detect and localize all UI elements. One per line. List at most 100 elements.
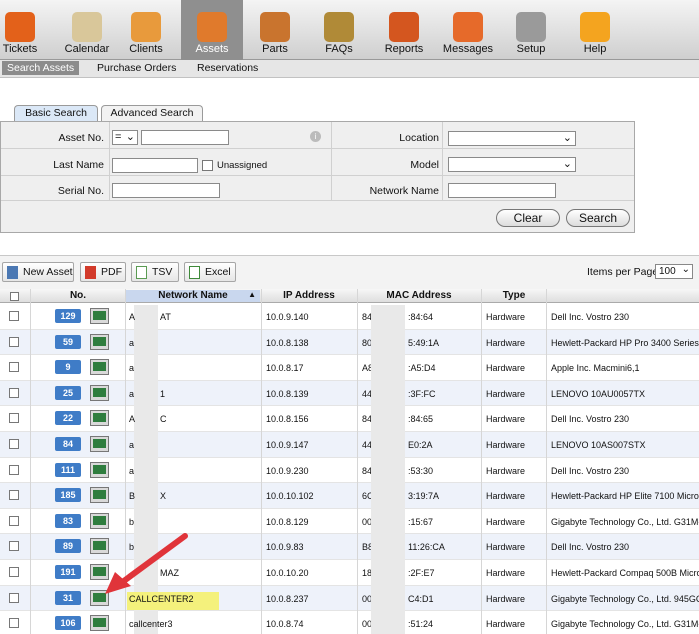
model-select[interactable]: ⌄ xyxy=(448,157,576,172)
table-row[interactable]: 9 a 10.0.8.17 A8:A5:D4 Hardware Apple Inc. Ma… xyxy=(0,355,699,381)
location-select[interactable]: ⌄ xyxy=(448,131,576,146)
items-per-page-label: Items per Page xyxy=(587,266,659,278)
table-row[interactable]: 106 callcenter3 10.0.8.74 00:51:24 Hardware G… xyxy=(0,611,699,634)
table-row[interactable]: 111 a 10.0.9.230 84:53:30 Hardware Dell Inc. … xyxy=(0,458,699,484)
asset-number-badge[interactable]: 59 xyxy=(55,334,81,349)
asset-number-badge[interactable]: 191 xyxy=(55,565,81,579)
row-checkbox[interactable] xyxy=(9,618,19,629)
open-asset-icon[interactable] xyxy=(90,359,109,376)
open-asset-icon[interactable] xyxy=(90,384,109,401)
tsv-export-button[interactable]: TSV xyxy=(131,262,179,282)
asset-number-badge[interactable]: 25 xyxy=(55,385,81,400)
asset-number-badge[interactable]: 83 xyxy=(55,513,81,528)
row-checkbox[interactable] xyxy=(9,490,19,501)
asset-number-badge[interactable]: 185 xyxy=(55,488,81,503)
col-mac-address[interactable]: MAC Address xyxy=(358,290,480,301)
asset-number-badge[interactable]: 31 xyxy=(55,590,81,605)
open-asset-icon[interactable] xyxy=(90,615,109,632)
nav-setup[interactable]: Setup xyxy=(500,0,562,60)
unassigned-checkbox[interactable] xyxy=(202,160,213,171)
help-icon xyxy=(580,12,610,42)
gear-icon xyxy=(516,12,546,42)
row-checkbox[interactable] xyxy=(9,464,19,475)
open-asset-icon[interactable] xyxy=(90,461,109,478)
open-asset-icon[interactable] xyxy=(90,308,109,324)
nav-calendar[interactable]: Calendar xyxy=(59,0,115,60)
open-asset-icon[interactable] xyxy=(90,512,109,529)
pdf-export-button[interactable]: PDF xyxy=(80,262,126,282)
table-row[interactable]: 22 A C 10.0.8.156 84:84:65 Hardware Dell Inc. … xyxy=(0,406,699,432)
nav-help[interactable]: Help xyxy=(563,0,627,60)
table-row[interactable]: 185 B X 10.0.10.102 6C 3:19:7A Hardware Hewlett… xyxy=(0,483,699,509)
open-asset-icon[interactable] xyxy=(90,410,109,427)
items-per-page-select[interactable]: 100 ⌄ xyxy=(655,264,693,279)
table-row[interactable]: 84 a 10.0.9.147 44 E0:2A Hardware LENOVO 10AS0… xyxy=(0,432,699,458)
network-name-input[interactable] xyxy=(448,183,556,198)
col-type[interactable]: Type xyxy=(482,290,546,301)
col-network-name[interactable]: Network Name ▲ xyxy=(126,290,260,302)
nav-tickets[interactable]: Tickets xyxy=(0,0,40,60)
excel-export-button[interactable]: Excel xyxy=(184,262,236,282)
asset-number-badge[interactable]: 89 xyxy=(55,539,81,554)
table-row[interactable]: 25 a 1 10.0.8.139 44:3F:FC Hardware LENOVO 10A… xyxy=(0,380,699,407)
select-all-checkbox[interactable] xyxy=(10,292,19,301)
asset-number-badge[interactable]: 9 xyxy=(55,360,81,375)
new-asset-button[interactable]: New Asset xyxy=(2,262,74,282)
asset-number-badge[interactable]: 111 xyxy=(55,462,81,477)
type-cell: Hardware xyxy=(486,363,526,374)
model-cell: Apple Inc. Macmini6,1 xyxy=(551,363,640,374)
row-checkbox[interactable] xyxy=(9,592,19,603)
asset-number-badge[interactable]: 84 xyxy=(55,437,81,451)
row-checkbox[interactable] xyxy=(9,515,19,526)
asset-no-input[interactable] xyxy=(141,130,229,145)
row-checkbox[interactable] xyxy=(9,541,19,552)
table-row[interactable]: 129 A AT 10.0.9.140 84:84:64 Hardware Dell Inc… xyxy=(0,304,699,330)
open-asset-icon[interactable] xyxy=(90,333,109,350)
row-checkbox[interactable] xyxy=(9,439,19,449)
open-asset-icon[interactable] xyxy=(90,487,109,504)
open-asset-icon[interactable] xyxy=(90,436,109,452)
model-cell: Dell Inc. Vostro 230 xyxy=(551,465,630,476)
subnav-purchase-orders[interactable]: Purchase Orders xyxy=(97,62,176,74)
row-checkbox[interactable] xyxy=(9,413,19,424)
tab-advanced-search[interactable]: Advanced Search xyxy=(101,105,203,121)
nav-clients[interactable]: Clients xyxy=(118,0,174,60)
row-checkbox[interactable] xyxy=(9,362,19,373)
row-checkbox[interactable] xyxy=(9,567,19,577)
ip-address-cell: 10.0.8.156 xyxy=(266,414,309,425)
search-button[interactable]: Search xyxy=(566,209,630,227)
type-cell: Hardware xyxy=(486,491,526,502)
row-checkbox[interactable] xyxy=(9,336,19,347)
network-name-suffix: X xyxy=(160,491,167,502)
unassigned-label: Unassigned xyxy=(217,160,268,171)
nav-messages[interactable]: Messages xyxy=(437,0,499,60)
serial-no-input[interactable] xyxy=(112,183,220,198)
asset-number-badge[interactable]: 129 xyxy=(55,309,81,323)
col-ip-address[interactable]: IP Address xyxy=(262,290,356,301)
row-checkbox[interactable] xyxy=(9,311,19,321)
clear-button[interactable]: Clear xyxy=(496,209,560,227)
asset-number-badge[interactable]: 22 xyxy=(55,411,81,426)
subnav-reservations[interactable]: Reservations xyxy=(197,62,258,74)
table-header: No. Network Name ▲ IP Address MAC Address… xyxy=(0,289,699,303)
subnav-search-assets[interactable]: Search Assets xyxy=(2,61,80,75)
mac-address-suffix: :53:30 xyxy=(408,465,434,476)
serial-no-label: Serial No. xyxy=(57,185,104,197)
nav-assets[interactable]: Assets xyxy=(181,0,243,60)
tab-basic-search[interactable]: Basic Search xyxy=(14,105,98,121)
table-row[interactable]: 59 a 10.0.8.138 80 5:49:1A Hardware Hewlett-Pa… xyxy=(0,329,699,356)
col-no[interactable]: No. xyxy=(32,290,124,301)
nav-parts[interactable]: Parts xyxy=(244,0,306,60)
nav-faqs[interactable]: FAQs xyxy=(307,0,371,60)
last-name-input[interactable] xyxy=(112,158,198,173)
person-icon xyxy=(131,12,161,42)
asset-number-badge[interactable]: 106 xyxy=(55,616,81,631)
model-cell: Dell Inc. Vostro 230 xyxy=(551,312,630,322)
model-cell: Hewlett-Packard Compaq 500B Microtower xyxy=(551,568,699,578)
nav-label: Clients xyxy=(129,43,163,55)
info-icon[interactable]: i xyxy=(310,131,321,142)
row-checkbox[interactable] xyxy=(9,387,19,398)
nav-reports[interactable]: Reports xyxy=(372,0,436,60)
asset-no-operator-select[interactable]: = ⌄ xyxy=(112,130,138,145)
ip-address-cell: 10.0.10.102 xyxy=(266,491,314,502)
